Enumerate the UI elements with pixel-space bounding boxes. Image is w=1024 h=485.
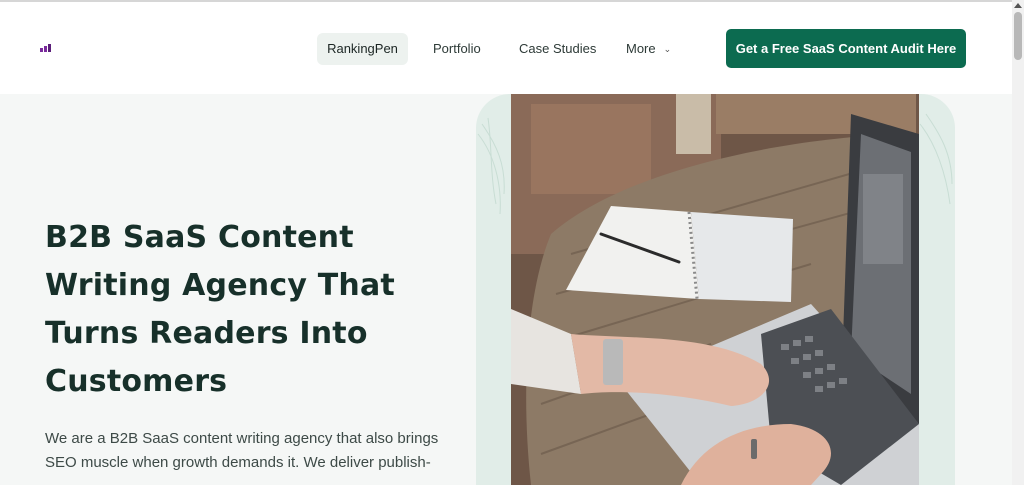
free-audit-button[interactable]: Get a Free SaaS Content Audit Here [726,29,966,68]
hero-title: B2B SaaS Content Writing Agency That Tur… [45,220,395,399]
nav-item-more[interactable]: More ⌄ [626,33,671,65]
nav-item-portfolio[interactable]: Portfolio [433,33,481,65]
logo-icon[interactable] [40,44,52,52]
nav-item-case-studies[interactable]: Case Studies [519,33,596,65]
scroll-up-icon[interactable] [1014,3,1022,8]
nav-item-rankingpen[interactable]: RankingPen [317,33,408,65]
chevron-down-icon: ⌄ [663,44,672,54]
nav-more-label: More [626,41,656,56]
hero-description: We are a B2B SaaS content writing agency… [45,430,439,471]
site-header: RankingPen Portfolio Case Studies More ⌄ … [0,2,1012,94]
page-scrollbar[interactable] [1012,0,1024,485]
scrollbar-thumb[interactable] [1014,12,1022,60]
hero-section: B2B SaaS Content Writing Agency That Tur… [0,94,1012,485]
woman-typing-on-laptop-photo [511,94,919,485]
hero-photo [511,94,919,485]
